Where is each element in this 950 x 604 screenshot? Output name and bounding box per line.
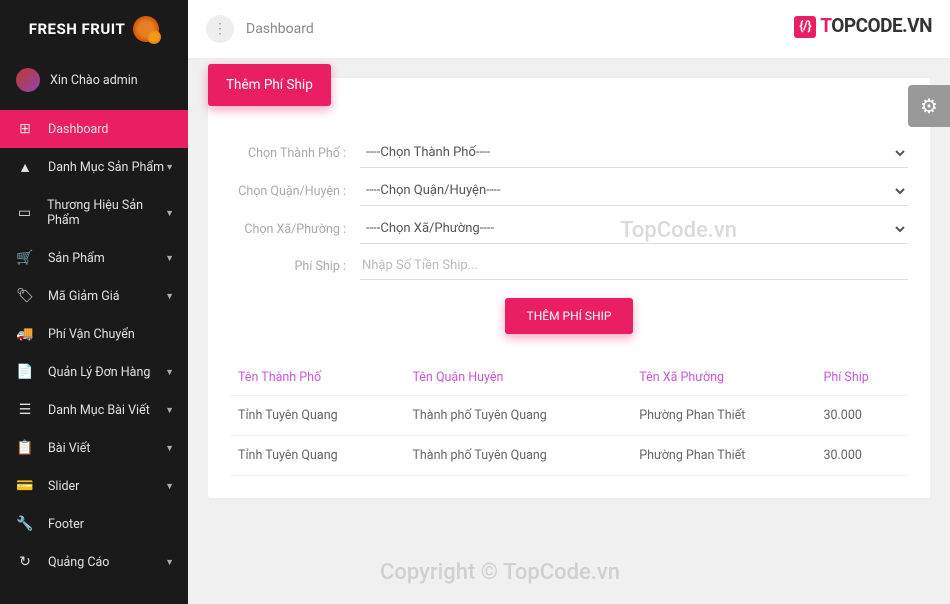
topbar: ⋮ Dashboard {/}TOPCODE.VN — [188, 0, 950, 58]
nav-label: Thương Hiệu Sản Phẩm — [47, 198, 172, 228]
nav-label: Bài Viết — [48, 441, 90, 456]
table-header: Tên Thành Phố — [230, 360, 404, 396]
table-cell: Phường Phan Thiết — [631, 396, 815, 436]
submit-button[interactable]: THÊM PHÍ SHIP — [505, 298, 634, 334]
sidebar-item-10[interactable]: 🔧 Footer — [0, 505, 188, 543]
sidebar-item-11[interactable]: ↻ Quảng Cáo ▼ — [0, 543, 188, 581]
chevron-down-icon: ▼ — [165, 253, 174, 264]
nav-icon: 📄 — [16, 364, 34, 380]
form-label: Chọn Quận/Huyện : — [230, 184, 360, 199]
nav-icon: 🔧 — [16, 516, 34, 532]
chevron-down-icon: ▼ — [165, 291, 174, 302]
nav-label: Quản Lý Đơn Hàng — [48, 365, 150, 380]
table-cell: Phường Phan Thiết — [631, 436, 815, 476]
chevron-down-icon: ▼ — [165, 405, 174, 416]
table-cell: Tỉnh Tuyên Quang — [230, 396, 404, 436]
brand-logo-icon — [133, 16, 159, 42]
sidebar-item-6[interactable]: 📄 Quản Lý Đơn Hàng ▼ — [0, 353, 188, 391]
form-row: Phí Ship : — [230, 252, 908, 280]
nav-icon: ▭ — [16, 205, 33, 221]
sidebar-item-9[interactable]: 💳 Slider ▼ — [0, 467, 188, 505]
nav-label: Slider — [48, 479, 79, 494]
nav-icon: ☰ — [16, 402, 34, 418]
nav-label: Mã Giảm Giá — [48, 289, 120, 304]
nav-label: Danh Mục Bài Viết — [48, 403, 150, 418]
page-title: Dashboard — [246, 21, 314, 37]
chevron-down-icon: ▼ — [165, 443, 174, 454]
sidebar-item-3[interactable]: 🛒 Sản Phẩm ▼ — [0, 239, 188, 277]
table-row: Tỉnh Tuyên QuangThành phố Tuyên QuangPhư… — [230, 436, 908, 476]
table-cell: Thành phố Tuyên Quang — [404, 436, 631, 476]
table-cell: Thành phố Tuyên Quang — [404, 396, 631, 436]
gear-icon[interactable]: ⚙ — [908, 85, 950, 127]
sidebar-item-5[interactable]: 🚚 Phí Vận Chuyển — [0, 315, 188, 353]
nav-icon: 🚚 — [16, 326, 34, 342]
table-cell: 30.000 — [815, 436, 908, 476]
table-cell: 30.000 — [815, 396, 908, 436]
shipping-table: Tên Thành PhốTên Quận HuyệnTên Xã Phường… — [230, 360, 908, 476]
code-icon: {/} — [794, 16, 816, 38]
ship-fee-input[interactable] — [360, 252, 908, 280]
chevron-down-icon: ▼ — [165, 162, 174, 173]
nav-label: Sản Phẩm — [48, 251, 105, 266]
form-row: Chọn Quận/Huyện :----Chọn Quận/Huyện---- — [230, 176, 908, 206]
form-row: Chọn Thành Phố :----Chọn Thành Phố---- — [230, 138, 908, 168]
nav-icon: ⊞ — [16, 121, 34, 137]
table-header: Tên Quận Huyện — [404, 360, 631, 396]
nav-icon: ↻ — [16, 554, 34, 570]
table-cell: Tỉnh Tuyên Quang — [230, 436, 404, 476]
chevron-down-icon: ▼ — [165, 481, 174, 492]
sidebar-item-7[interactable]: ☰ Danh Mục Bài Viết ▼ — [0, 391, 188, 429]
sidebar: FRESH FRUIT Xin Chào admin ⊞ Dashboard ▲ Da… — [0, 0, 188, 604]
content: Thêm Phí Ship Chọn Thành Phố :----Chọn T… — [188, 58, 950, 604]
nav-label: Phí Vận Chuyển — [48, 327, 135, 342]
nav: ⊞Dashboard▲Danh Mục Sản Phẩm▼▭Thương Hiệ… — [0, 102, 188, 581]
select-1[interactable]: ----Chọn Quận/Huyện---- — [360, 176, 908, 206]
nav-icon: 🏷 — [16, 288, 34, 304]
nav-label: Danh Mục Sản Phẩm — [48, 160, 164, 175]
logo-text: OPCODE.VN — [831, 14, 932, 37]
sidebar-item-2[interactable]: ▭ Thương Hiệu Sản Phẩm▼ — [0, 187, 188, 239]
form-row: Chọn Xã/Phường :----Chọn Xã/Phường---- — [230, 214, 908, 244]
brand: FRESH FRUIT — [0, 0, 188, 58]
nav-label: Dashboard — [48, 122, 108, 137]
table-row: Tỉnh Tuyên QuangThành phố Tuyên QuangPhư… — [230, 396, 908, 436]
table-header: Phí Ship — [815, 360, 908, 396]
select-2[interactable]: ----Chọn Xã/Phường---- — [360, 214, 908, 244]
avatar — [16, 68, 40, 92]
user-greeting: Xin Chào admin — [0, 58, 188, 102]
sidebar-item-0[interactable]: ⊞ Dashboard — [0, 110, 188, 148]
form: Chọn Thành Phố :----Chọn Thành Phố----Ch… — [230, 138, 908, 334]
nav-label: Quảng Cáo — [48, 555, 109, 570]
table-header: Tên Xã Phường — [631, 360, 815, 396]
more-icon[interactable]: ⋮ — [206, 15, 234, 43]
select-0[interactable]: ----Chọn Thành Phố---- — [360, 138, 908, 168]
sidebar-item-4[interactable]: 🏷 Mã Giảm Giá ▼ — [0, 277, 188, 315]
nav-icon: ▲ — [16, 159, 34, 176]
chevron-down-icon: ▼ — [165, 208, 174, 219]
sidebar-item-1[interactable]: ▲ Danh Mục Sản Phẩm▼ — [0, 148, 188, 187]
nav-icon: 💳 — [16, 478, 34, 494]
card-title: Thêm Phí Ship — [208, 64, 331, 106]
nav-label: Footer — [48, 517, 84, 532]
chevron-down-icon: ▼ — [165, 367, 174, 378]
form-label: Phí Ship : — [230, 259, 360, 274]
form-label: Chọn Thành Phố : — [230, 146, 360, 161]
site-logo: {/}TOPCODE.VN — [794, 14, 932, 38]
greeting-text: Xin Chào admin — [50, 73, 138, 88]
card: Thêm Phí Ship Chọn Thành Phố :----Chọn T… — [208, 78, 930, 498]
chevron-down-icon: ▼ — [165, 557, 174, 568]
nav-icon: 📋 — [16, 440, 34, 456]
brand-text: FRESH FRUIT — [29, 20, 126, 38]
nav-icon: 🛒 — [16, 250, 34, 266]
sidebar-item-8[interactable]: 📋 Bài Viết ▼ — [0, 429, 188, 467]
form-label: Chọn Xã/Phường : — [230, 222, 360, 237]
